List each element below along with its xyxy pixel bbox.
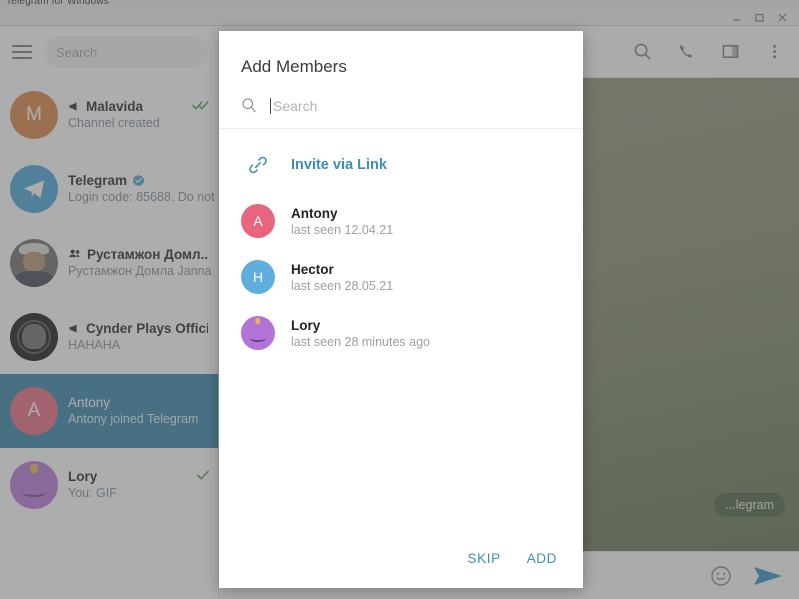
member-list-item[interactable]: H Hector last seen 28.05.21 xyxy=(219,249,583,305)
link-icon xyxy=(241,148,275,182)
member-list: Invite via Link A Antony last seen 12.04.2… xyxy=(219,129,583,528)
member-rows: A Antony last seen 12.04.21 H Hector last see… xyxy=(219,193,583,361)
invite-via-link-label: Invite via Link xyxy=(291,157,387,173)
dialog-search-row[interactable]: Search xyxy=(219,77,583,129)
member-name: Antony xyxy=(291,205,338,221)
invite-via-link-item[interactable]: Invite via Link xyxy=(219,137,583,193)
text-caret xyxy=(270,97,271,114)
avatar: H xyxy=(241,260,275,294)
skip-button[interactable]: SKIP xyxy=(468,551,501,566)
member-status: last seen 28.05.21 xyxy=(291,278,394,293)
add-members-dialog: Add Members Search Invite via Link A Anto… xyxy=(219,31,583,588)
dialog-footer: SKIP ADD xyxy=(219,528,583,588)
avatar: A xyxy=(241,204,275,238)
member-list-item[interactable]: A Antony last seen 12.04.21 xyxy=(219,193,583,249)
screen-root: Telegram for Windows Search MMalavidaC xyxy=(0,0,799,599)
member-name: Lory xyxy=(291,317,321,333)
add-button[interactable]: ADD xyxy=(527,551,557,566)
member-status: last seen 12.04.21 xyxy=(291,222,394,237)
member-name: Hector xyxy=(291,261,334,277)
avatar xyxy=(241,316,275,350)
member-status: last seen 28 minutes ago xyxy=(291,334,430,349)
magnifier-icon xyxy=(241,97,258,114)
member-list-item[interactable]: Lory last seen 28 minutes ago xyxy=(219,305,583,361)
dialog-title: Add Members xyxy=(241,57,347,76)
dialog-search-placeholder: Search xyxy=(273,97,318,114)
dialog-search-input[interactable]: Search xyxy=(270,97,561,114)
